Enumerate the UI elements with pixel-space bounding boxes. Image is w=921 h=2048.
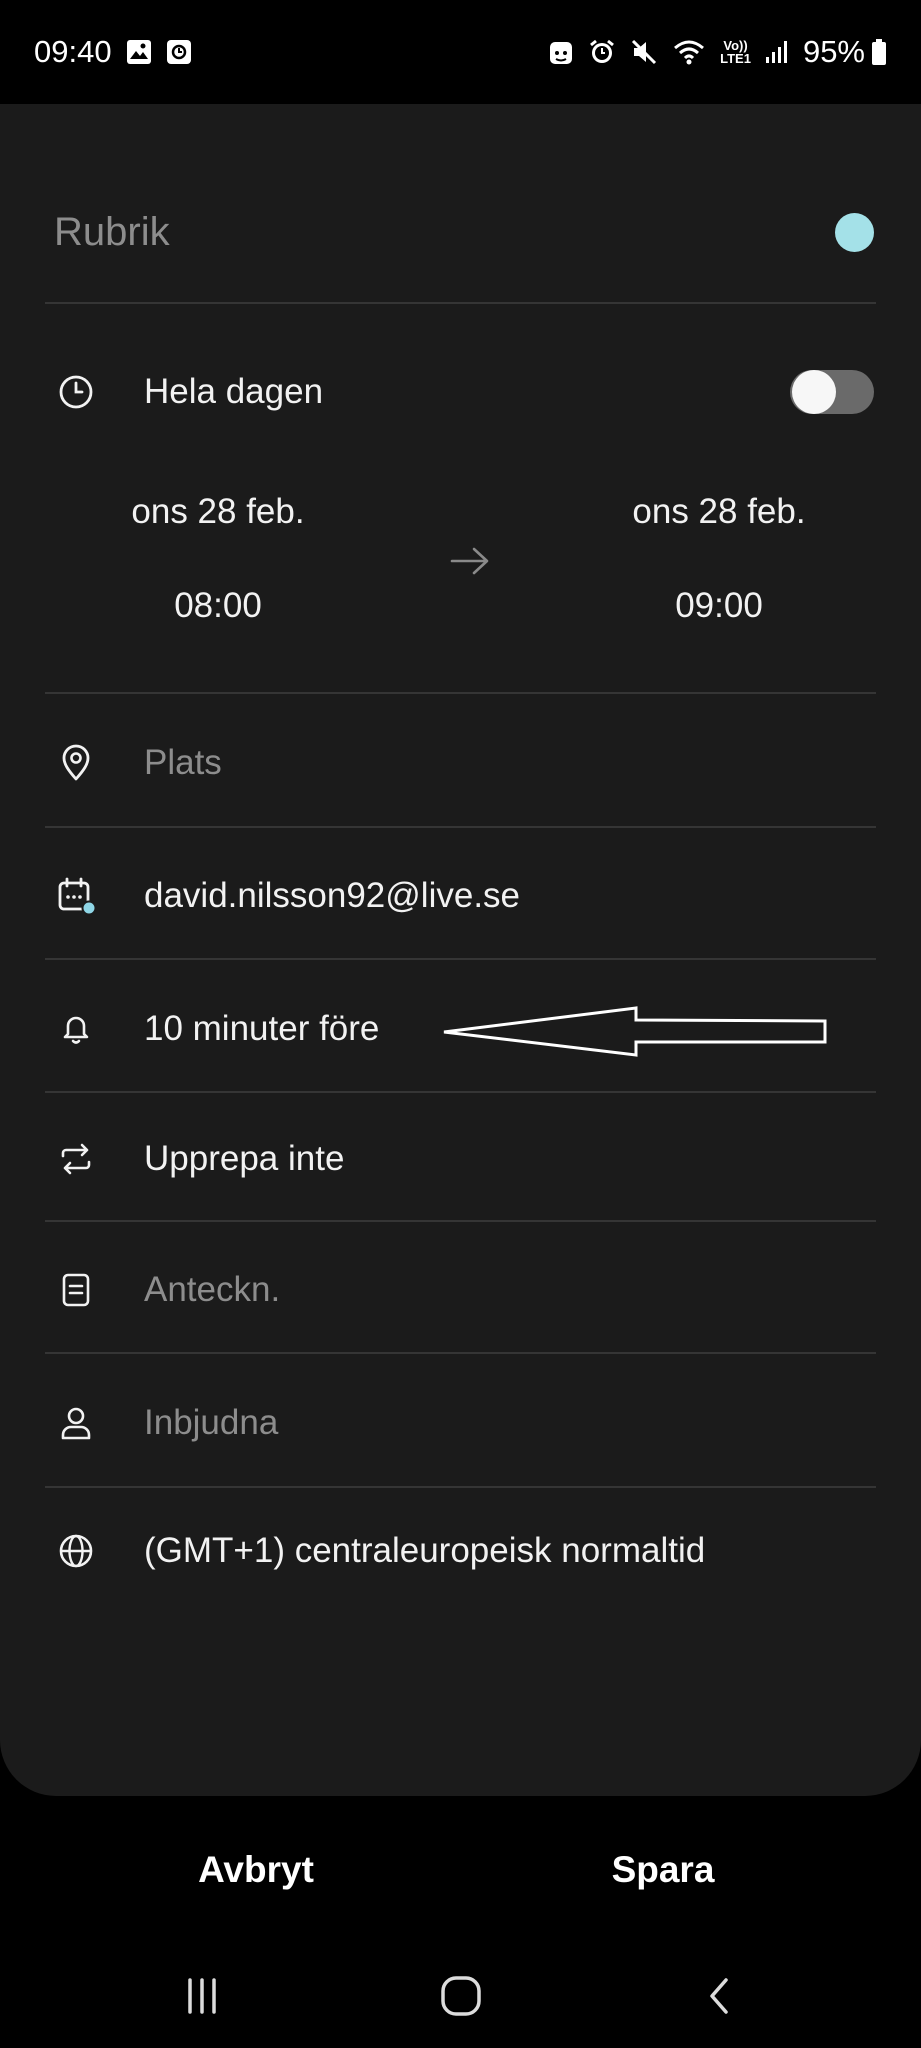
cancel-button[interactable]: Avbryt <box>106 1820 406 1920</box>
signal-icon <box>765 39 789 65</box>
wifi-icon <box>672 38 706 66</box>
notes-row[interactable]: Anteckn. <box>54 1240 874 1340</box>
calendar-row[interactable]: david.nilsson92@live.se <box>54 846 874 946</box>
calendar-icon <box>54 874 98 918</box>
start-datetime[interactable]: ons 28 feb. 08:00 <box>68 492 368 626</box>
all-day-toggle[interactable] <box>790 370 874 414</box>
start-time[interactable]: 08:00 <box>68 586 368 626</box>
volte-line2: LTE1 <box>720 51 751 66</box>
repeat-icon <box>54 1137 98 1181</box>
screen-recorder-icon <box>166 39 192 65</box>
status-time: 09:40 <box>34 34 112 69</box>
all-day-label: Hela dagen <box>144 372 324 411</box>
invitees-input[interactable]: Inbjudna <box>144 1403 278 1443</box>
timezone-value[interactable]: (GMT+1) centraleuropeisk normaltid <box>144 1531 705 1571</box>
invitees-row[interactable]: Inbjudna <box>54 1373 874 1473</box>
bell-icon <box>54 1007 98 1051</box>
toggle-knob <box>792 370 836 414</box>
location-input[interactable]: Plats <box>144 743 222 783</box>
title-row[interactable]: Rubrik <box>54 180 874 284</box>
divider <box>45 826 876 828</box>
event-color-picker[interactable] <box>835 212 874 252</box>
clock-icon <box>54 370 98 414</box>
location-row[interactable]: Plats <box>54 713 874 813</box>
divider <box>45 958 876 960</box>
end-date[interactable]: ons 28 feb. <box>569 492 869 532</box>
status-bar: 09:40 Vo)) LTE1 95% <box>0 0 921 104</box>
battery-icon <box>871 38 887 66</box>
recent-apps-icon[interactable] <box>162 1964 242 2028</box>
divider <box>45 1486 876 1488</box>
status-left: 09:40 <box>34 34 192 70</box>
status-right: Vo)) LTE1 95% <box>548 34 887 70</box>
back-icon[interactable] <box>679 1964 759 2028</box>
title-input[interactable]: Rubrik <box>54 210 170 255</box>
repeat-row[interactable]: Upprepa inte <box>54 1109 874 1209</box>
save-button[interactable]: Spara <box>513 1820 813 1920</box>
home-icon[interactable] <box>421 1964 501 2028</box>
all-day-row[interactable]: Hela dagen <box>54 342 874 442</box>
note-icon <box>54 1268 98 1312</box>
arrow-right-icon <box>450 544 490 583</box>
calendar-account[interactable]: david.nilsson92@live.se <box>144 876 520 916</box>
start-date[interactable]: ons 28 feb. <box>68 492 368 532</box>
notes-input[interactable]: Anteckn. <box>144 1270 280 1310</box>
gallery-icon <box>126 39 152 65</box>
android-icon <box>548 38 574 66</box>
end-datetime[interactable]: ons 28 feb. 09:00 <box>569 492 869 626</box>
divider <box>45 302 876 304</box>
bottom-actions: Avbryt Spara <box>0 1820 921 1920</box>
mute-icon <box>630 38 658 66</box>
globe-icon <box>54 1529 98 1573</box>
annotation-arrow <box>440 1004 830 1063</box>
repeat-value[interactable]: Upprepa inte <box>144 1139 344 1179</box>
divider <box>45 1352 876 1354</box>
navigation-bar <box>0 1944 921 2048</box>
person-icon <box>54 1401 98 1445</box>
battery-percent: 95% <box>802 34 865 69</box>
end-time[interactable]: 09:00 <box>569 586 869 626</box>
location-pin-icon <box>54 741 98 785</box>
alarm-icon <box>588 38 616 66</box>
timezone-row[interactable]: (GMT+1) centraleuropeisk normaltid <box>54 1501 874 1601</box>
divider <box>45 1091 876 1093</box>
divider <box>45 1220 876 1222</box>
divider <box>45 692 876 694</box>
reminder-value[interactable]: 10 minuter före <box>144 1009 379 1049</box>
volte-icon: Vo)) LTE1 <box>720 39 751 65</box>
